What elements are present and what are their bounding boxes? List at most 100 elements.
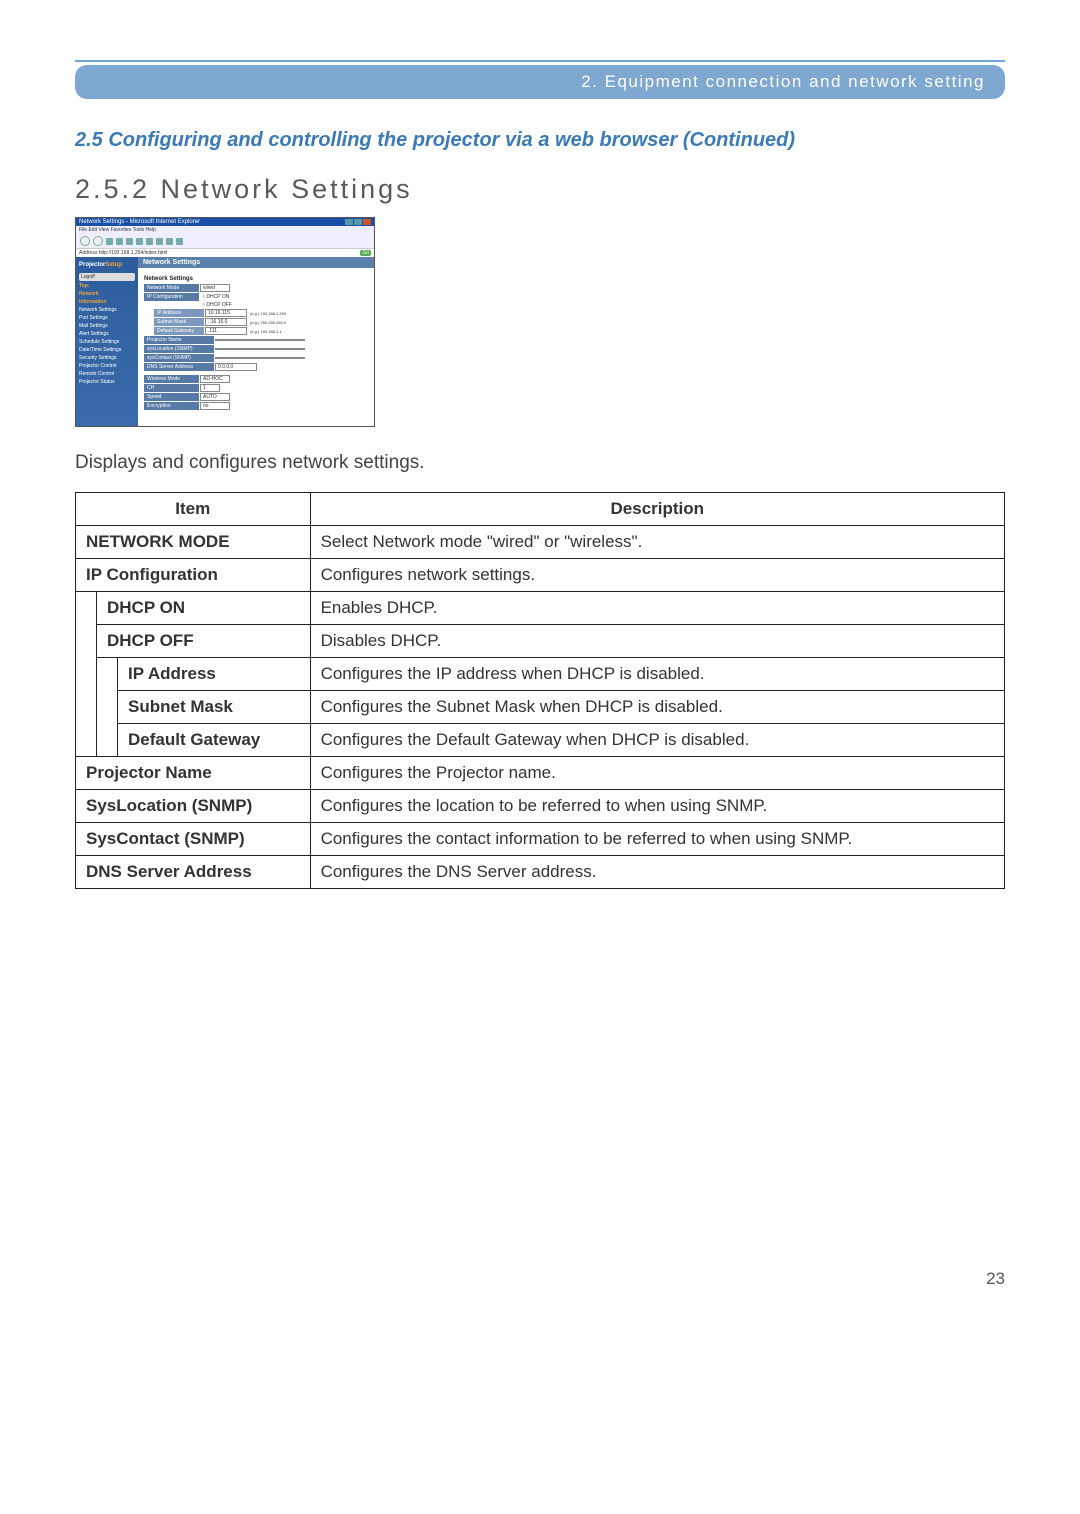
print-icon [176,238,183,245]
nav-information: Information [76,298,138,306]
ss-sidebar: ProjectorSetup Logoff Top: Network Infor… [76,257,138,426]
item-cell: Default Gateway [118,724,311,757]
intro-text: Displays and configures network settings… [75,452,1005,474]
ss-addressbar: Address http://192.168.1.254/index.html … [76,248,374,257]
item-cell: SysContact (SNMP) [76,823,311,856]
indent-spacer [76,625,97,658]
nav-item: Schedule Settings [76,338,138,346]
item-cell: DHCP ON [97,592,311,625]
chapter-bar: 2. Equipment connection and network sett… [75,65,1005,99]
item-cell: DHCP OFF [97,625,311,658]
nav-item: Remote Control [76,370,138,378]
desc-cell: Configures the IP address when DHCP is d… [310,658,1004,691]
history-icon [156,238,163,245]
field-gateway-eg: (e.g.) 192.168.1.1 [250,329,282,334]
field-projname-value [215,339,305,341]
desc-cell: Disables DHCP. [310,625,1004,658]
ss-nav: Logoff Top: Network Information Network … [76,273,138,386]
ss-statusbar: Done ● Internet [76,426,374,427]
ss-subsection: Network Settings [144,276,368,282]
desc-cell: Select Network mode "wired" or "wireless… [310,526,1004,559]
ss-titlebar: Network Settings - Microsoft Internet Ex… [76,218,374,226]
field-syscon-value [215,357,305,359]
page-number: 23 [75,1269,1005,1289]
field-subnet-label: Subnet Mask [154,318,204,326]
indent-spacer [97,658,118,691]
field-enc-value: no [200,402,230,410]
field-ipaddr-eg: (e.g.) 192.168.1.254 [250,311,286,316]
desc-cell: Configures the location to be referred t… [310,790,1004,823]
indent-spacer [76,724,97,757]
nav-item: Network Settings [76,306,138,314]
field-syscon-label: sysContact (SNMP) [144,354,214,362]
field-ch-value: 1 [200,384,220,392]
field-dns-value: 0.0.0.0 [215,363,257,371]
nav-item: Mail Settings [76,322,138,330]
minimize-icon [345,219,353,225]
table-row: DHCP OFFDisables DHCP. [76,625,1005,658]
item-cell: Projector Name [76,757,311,790]
field-gateway-label: Default Gateway [154,327,204,335]
desc-cell: Configures network settings. [310,559,1004,592]
ss-window-title: Network Settings - Microsoft Internet Ex… [79,219,200,225]
nav-top: Top: [76,282,138,290]
nav-item: Date/Time Settings [76,346,138,354]
brand-left: Projector [79,262,105,268]
field-projname-label: Projector Name [144,336,214,344]
stop-icon [106,238,113,245]
desc-cell: Configures the Projector name. [310,757,1004,790]
field-wmode-value: AD-HOC [200,375,230,383]
radio-dhcp-on: ○ DHCP ON [202,294,229,300]
field-network-mode-value: wired [200,284,230,292]
maximize-icon [354,219,362,225]
desc-cell: Configures the DNS Server address. [310,856,1004,889]
field-network-mode-label: Network Mode [144,284,199,292]
item-cell: DNS Server Address [76,856,311,889]
field-sysloc-label: sysLocation (SNMP) [144,345,214,353]
table-row: NETWORK MODESelect Network mode "wired" … [76,526,1005,559]
table-row: Subnet MaskConfigures the Subnet Mask wh… [76,691,1005,724]
indent-spacer [97,724,118,757]
field-speed-label: Speed [144,393,199,401]
table-row: DHCP ONEnables DHCP. [76,592,1005,625]
field-ipconfig-label: IP Configuration [144,293,199,301]
field-ipaddr-value: 10.16.115 [205,309,247,317]
field-ch-label: CH [144,384,199,392]
ss-toolbar [76,234,374,248]
forward-icon [93,236,103,246]
th-item: Item [76,493,311,526]
field-enc-label: Encryption [144,402,199,410]
ss-main: Network Settings Network Settings Networ… [138,257,374,426]
go-button: Go [360,250,371,256]
radio-dhcp-off: ○ DHCP OFF [202,302,232,308]
desc-cell: Configures the Subnet Mask when DHCP is … [310,691,1004,724]
nav-item: Alert Settings [76,330,138,338]
nav-item: Projector Status [76,378,138,386]
address-value: http://192.168.1.254/index.html [99,250,168,256]
section-heading: 2.5 Configuring and controlling the proj… [75,129,1005,152]
indent-spacer [76,691,97,724]
mail-icon [166,238,173,245]
field-dns-label: DNS Server Address [144,363,214,371]
refresh-icon [116,238,123,245]
table-row: SysLocation (SNMP)Configures the locatio… [76,790,1005,823]
item-cell: SysLocation (SNMP) [76,790,311,823]
field-speed-value: AUTO [200,393,230,401]
item-cell: Subnet Mask [118,691,311,724]
indent-spacer [76,658,97,691]
nav-network: Network [76,290,138,298]
table-row: SysContact (SNMP)Configures the contact … [76,823,1005,856]
top-divider [75,60,1005,62]
item-cell: IP Configuration [76,559,311,592]
address-label: Address [79,250,97,256]
nav-item: Security Settings [76,354,138,362]
close-icon [363,219,371,225]
indent-spacer [76,592,97,625]
nav-item: Port Settings [76,314,138,322]
field-subnet-eg: (e.g.) 255.255.255.0 [250,320,286,325]
desc-cell: Configures the Default Gateway when DHCP… [310,724,1004,757]
field-sysloc-value [215,348,305,350]
search-icon [136,238,143,245]
table-row: IP ConfigurationConfigures network setti… [76,559,1005,592]
nav-item: Projector Control [76,362,138,370]
